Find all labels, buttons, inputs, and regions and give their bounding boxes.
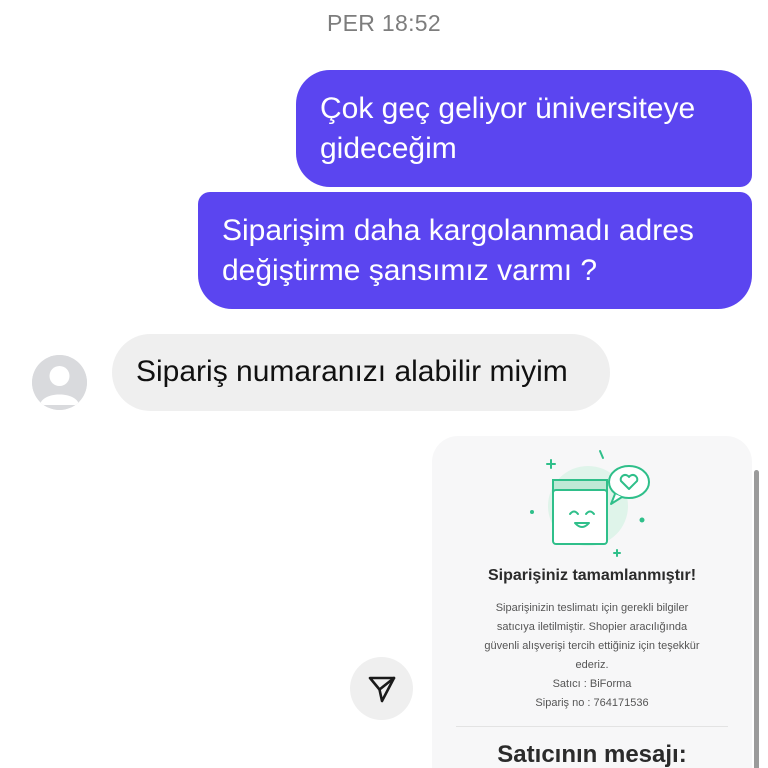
message-text: Sipariş numaranızı alabilir miyim xyxy=(136,355,568,388)
order-number: Sipariş no : 764171536 xyxy=(535,697,649,709)
scrollbar[interactable] xyxy=(754,470,759,768)
seller-message-heading: Satıcının mesajı: xyxy=(497,741,687,768)
card-divider xyxy=(456,726,728,727)
default-user-avatar-icon xyxy=(32,355,87,410)
outgoing-message-bubble[interactable]: Siparişim daha kargolanmadı adres değişt… xyxy=(198,192,752,309)
body-text-line: satıcıya iletilmiştir. Shopier aracılığı… xyxy=(496,621,688,633)
incoming-message-bubble[interactable]: Sipariş numaranızı alabilir miyim xyxy=(112,334,610,411)
message-text-line: Çok geç geliyor üniversiteye xyxy=(320,92,696,125)
happy-box-with-heart-icon xyxy=(530,450,650,557)
body-text-line: Siparişinizin teslimatı için gerekli bil… xyxy=(495,602,689,614)
seller-name: Satıcı : BiForma xyxy=(552,678,632,690)
body-text-line: ederiz. xyxy=(575,659,609,671)
order-confirmation-card[interactable]: Siparişiniz tamamlanmıştır! Siparişinizi… xyxy=(432,436,752,768)
order-confirmation-body: Siparişinizin teslimatı için gerekli bil… xyxy=(452,599,732,713)
message-text-line: gideceğim xyxy=(320,132,457,165)
paper-plane-icon xyxy=(368,676,395,702)
share-button[interactable] xyxy=(350,657,413,720)
chat-screen: PER 18:52 Çok geç geliyor üniversiteye g… xyxy=(0,0,768,768)
body-text-line: güvenli alışverişi tercih ettiğiniz için… xyxy=(484,640,700,652)
message-timestamp: PER 18:52 xyxy=(327,10,441,36)
sender-avatar[interactable] xyxy=(32,355,87,410)
outgoing-message-bubble[interactable]: Çok geç geliyor üniversiteye gideceğim xyxy=(296,70,752,187)
message-text-line: Siparişim daha kargolanmadı adres xyxy=(222,214,694,247)
message-text-line: değiştirme şansımız varmı ? xyxy=(222,254,598,287)
order-confirmation-title: Siparişiniz tamamlanmıştır! xyxy=(487,567,697,584)
